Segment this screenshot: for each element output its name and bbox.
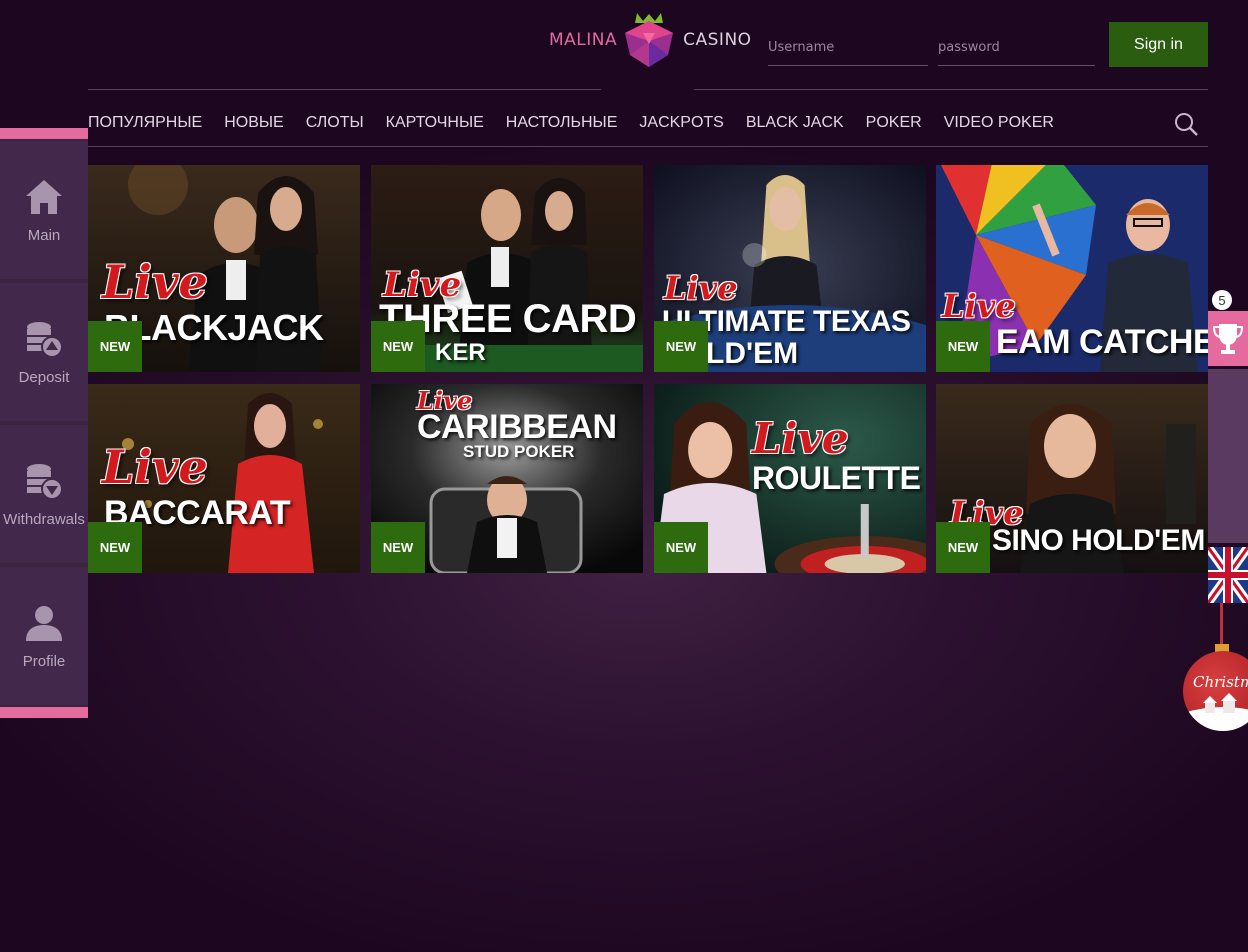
username-input[interactable] — [768, 30, 928, 65]
sidebar-item-label: Profile — [22, 652, 66, 670]
nav-item-poker[interactable]: POKER — [866, 114, 922, 132]
nav-item-table[interactable]: НАСТОЛЬНЫЕ — [506, 114, 618, 132]
home-icon — [26, 179, 62, 214]
logo-text-casino: CASINO — [683, 30, 752, 50]
nav-item-new[interactable]: НОВЫЕ — [224, 114, 284, 132]
sidebar: Main Deposit Withdrawals Profile — [0, 128, 88, 718]
user-icon — [26, 605, 62, 641]
tournaments-button[interactable] — [1208, 311, 1248, 366]
tournaments-count-badge: 5 — [1212, 290, 1232, 310]
nav-item-video-poker[interactable]: VIDEO POKER — [944, 114, 1054, 132]
site-logo[interactable]: MALINA CASINO — [549, 10, 752, 70]
new-badge: NEW — [936, 522, 990, 573]
trophy-icon — [1213, 323, 1243, 354]
live-label: Live — [752, 414, 849, 463]
nav-item-card[interactable]: КАРТОЧНЫЕ — [386, 114, 484, 132]
nav-item-blackjack[interactable]: BLACK JACK — [746, 114, 844, 132]
withdrawals-coins-icon — [27, 463, 63, 500]
live-label: Live — [942, 287, 1016, 325]
right-side-panel — [1208, 369, 1248, 543]
new-badge: NEW — [654, 522, 708, 573]
game-title: ROULETTE — [752, 460, 921, 496]
game-subtitle: LD'EM — [706, 337, 799, 370]
search-icon[interactable] — [1174, 112, 1198, 136]
nav-item-slots[interactable]: СЛОТЫ — [306, 114, 364, 132]
sidebar-item-profile[interactable]: Profile — [0, 567, 88, 705]
sidebar-accent-top — [0, 128, 88, 139]
game-subtitle: KER — [435, 339, 486, 366]
live-label: Live — [102, 255, 208, 309]
sidebar-item-withdrawals[interactable]: Withdrawals — [0, 425, 88, 563]
game-tile-live-baccarat[interactable]: Live BACCARAT NEW — [88, 384, 360, 573]
game-tile-live-roulette[interactable]: Live ROULETTE NEW — [654, 384, 926, 573]
sidebar-accent-bottom — [0, 707, 88, 718]
sidebar-item-deposit[interactable]: Deposit — [0, 283, 88, 421]
header-divider-left — [88, 89, 601, 90]
nav-divider — [88, 146, 1208, 147]
new-badge: NEW — [654, 321, 708, 372]
password-field-wrap — [938, 30, 1095, 66]
sidebar-item-label: Deposit — [18, 368, 70, 386]
live-label: Live — [102, 440, 208, 494]
snow-village-icon — [1183, 693, 1248, 731]
game-title: EAM CATCHER — [996, 323, 1208, 361]
new-badge: NEW — [371, 321, 425, 372]
christmas-promo-ornament[interactable]: Christmas — [1183, 651, 1248, 731]
username-field-wrap — [768, 30, 928, 66]
game-tile-live-blackjack[interactable]: Live BLACKJACK NEW — [88, 165, 360, 372]
game-tile-live-dream-catcher[interactable]: Live EAM CATCHER NEW — [936, 165, 1208, 372]
deposit-coins-icon — [27, 321, 63, 358]
game-tile-live-ultimate-texas-holdem[interactable]: Live ULTIMATE TEXAS LD'EM NEW — [654, 165, 926, 372]
game-tile-live-casino-holdem[interactable]: Live SINO HOLD'EM NEW — [936, 384, 1208, 573]
game-tile-live-caribbean-stud-poker[interactable]: Live CARIBBEAN STUD POKER NEW — [371, 384, 643, 573]
sidebar-item-label: Withdrawals — [3, 510, 85, 528]
password-input[interactable] — [938, 30, 1095, 65]
new-badge: NEW — [936, 321, 990, 372]
nav-item-jackpots[interactable]: JACKPOTS — [639, 114, 723, 132]
sidebar-item-label: Main — [27, 226, 61, 244]
header-divider-right — [694, 89, 1208, 90]
category-nav: ПОПУЛЯРНЫЕ НОВЫЕ СЛОТЫ КАРТОЧНЫЕ НАСТОЛЬ… — [88, 110, 1076, 136]
new-badge: NEW — [371, 522, 425, 573]
game-tile-live-three-card-poker[interactable]: Live THREE CARD KER NEW — [371, 165, 643, 372]
live-label: Live — [664, 269, 738, 307]
nav-item-popular[interactable]: ПОПУЛЯРНЫЕ — [88, 114, 202, 132]
game-title: SINO HOLD'EM — [992, 524, 1205, 557]
raspberry-gem-icon — [625, 13, 674, 67]
uk-flag-language-icon[interactable] — [1208, 547, 1248, 603]
ornament-string — [1220, 603, 1223, 649]
sidebar-item-main[interactable]: Main — [0, 141, 88, 279]
sign-in-button[interactable]: Sign in — [1109, 22, 1208, 67]
logo-text-malina: MALINA — [549, 30, 618, 50]
new-badge: NEW — [88, 321, 142, 372]
new-badge: NEW — [88, 522, 142, 573]
game-subtitle: STUD POKER — [463, 442, 575, 461]
